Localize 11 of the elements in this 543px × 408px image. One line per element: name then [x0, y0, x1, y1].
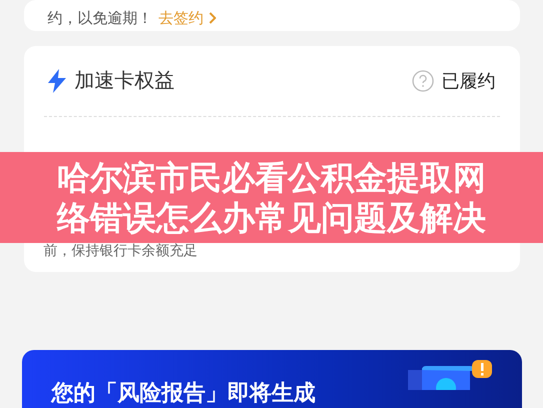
lightning-icon [46, 68, 66, 93]
card-title: 加速卡权益 [74, 67, 174, 94]
status-text: 已履约 [442, 70, 496, 93]
help-icon[interactable] [412, 70, 434, 92]
report-banner[interactable]: 您的「风险报告」即将生成 [22, 350, 522, 408]
banner-title-line: 络错误怎么办常见问题及解决 [57, 198, 486, 238]
note-text: 前，保持银行卡余额充足 [44, 242, 198, 260]
report-title: 您的「风险报告」即将生成 [52, 380, 316, 408]
banner-title-line: 哈尔滨市民必看公积金提取网 [57, 158, 486, 198]
notice-text: 约，以免逾期！ [48, 8, 152, 29]
chevron-icon [208, 12, 216, 24]
